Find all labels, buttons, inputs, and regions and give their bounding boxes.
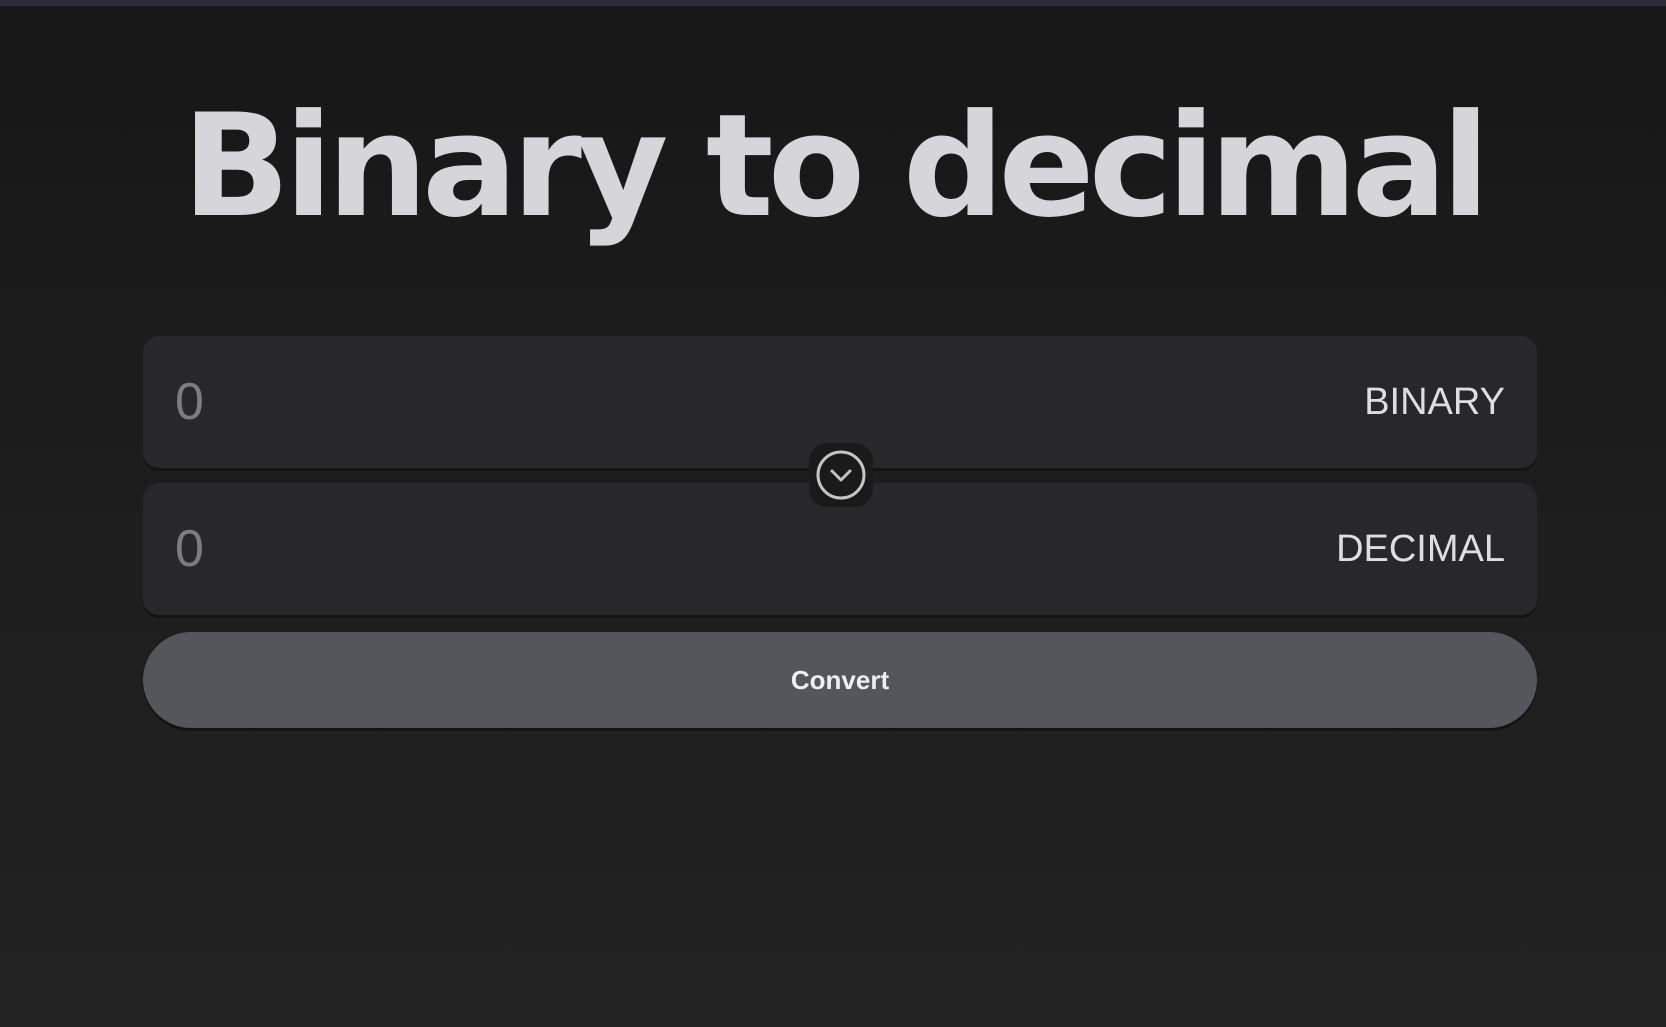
decimal-input[interactable]: [175, 513, 1075, 585]
swap-button[interactable]: [809, 443, 873, 507]
convert-button[interactable]: Convert: [143, 632, 1537, 728]
binary-input[interactable]: [175, 366, 1075, 438]
chevron-down-circle-icon: [816, 450, 866, 500]
top-strip: [0, 0, 1666, 6]
decimal-label: DECIMAL: [1336, 528, 1505, 570]
binary-label: BINARY: [1364, 381, 1505, 423]
page-title: Binary to decimal: [182, 84, 1490, 249]
